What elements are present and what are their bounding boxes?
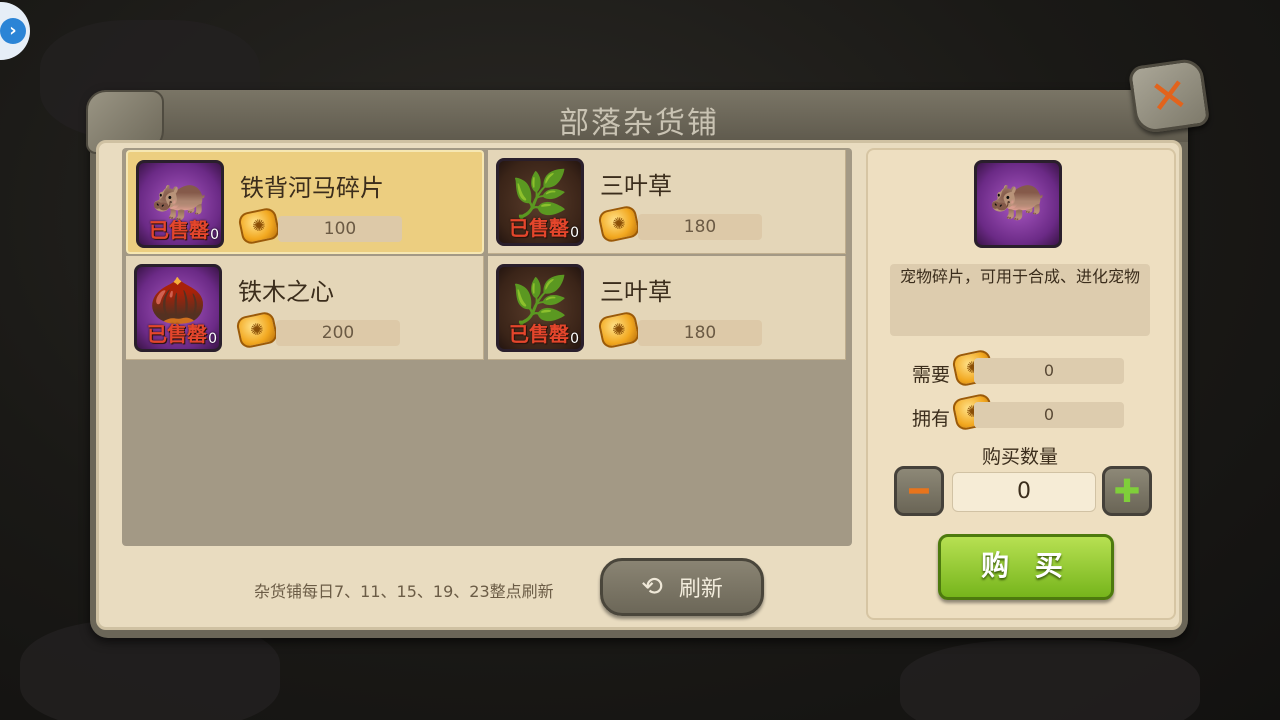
shop-item[interactable]: 🌿 已售罄 0 三叶草 ✺ 180 <box>488 150 846 254</box>
buy-button[interactable]: 购 买 <box>938 534 1114 600</box>
item-price: 200 <box>276 320 400 346</box>
coin-icon: ✺ <box>597 310 641 350</box>
item-name: 铁木之心 <box>238 278 334 306</box>
need-label: 需要 <box>912 364 951 386</box>
item-name: 三叶草 <box>600 172 672 200</box>
sold-out-badge: 已售罄 <box>147 322 207 346</box>
item-list: 🦛 已售罄 0 铁背河马碎片 ✺ 100 🌿 已售罄 0 三叶草 ✺ 180 🌰… <box>122 148 852 546</box>
item-description: 宠物碎片，可用于合成、进化宠物 <box>890 264 1150 336</box>
quantity-input[interactable]: 0 <box>952 472 1096 512</box>
item-price: 100 <box>278 216 402 242</box>
plus-icon: ✚ <box>1113 472 1141 510</box>
sold-out-badge: 已售罄 <box>149 218 209 242</box>
refresh-icon: ⟲ <box>641 572 663 602</box>
item-count: 0 <box>570 331 579 347</box>
shop-item[interactable]: 🌿 已售罄 0 三叶草 ✺ 180 <box>488 256 846 360</box>
item-count: 0 <box>570 225 579 241</box>
background-rock <box>900 640 1200 720</box>
refresh-label: 刷新 <box>678 577 723 602</box>
item-price: 180 <box>638 320 762 346</box>
need-value: 0 <box>974 358 1124 384</box>
sold-out-badge: 已售罄 <box>509 216 569 240</box>
coin-icon: ✺ <box>597 204 641 244</box>
item-count: 0 <box>210 227 219 243</box>
page-title: 部落杂货铺 <box>559 106 719 141</box>
own-label: 拥有 <box>912 408 951 430</box>
item-name: 铁背河马碎片 <box>240 174 384 202</box>
close-icon: ✕ <box>1146 66 1192 126</box>
hippo-fragment-icon: 🦛 <box>974 160 1062 248</box>
clover-icon: 🌿 已售罄 0 <box>496 158 584 246</box>
minus-icon: ━ <box>909 472 929 510</box>
refresh-button[interactable]: ⟲ 刷新 <box>600 558 764 616</box>
coin-icon: ✺ <box>235 310 279 350</box>
hippo-fragment-icon: 🦛 已售罄 0 <box>136 160 224 248</box>
own-value: 0 <box>974 402 1124 428</box>
panel-header: 部落杂货铺 <box>90 90 1188 142</box>
ironwood-heart-icon: 🌰 已售罄 0 <box>134 264 222 352</box>
clover-icon: 🌿 已售罄 0 <box>496 264 584 352</box>
item-name: 三叶草 <box>600 278 672 306</box>
sold-out-badge: 已售罄 <box>509 322 569 346</box>
quantity-title: 购买数量 <box>982 446 1059 468</box>
chevron-right-icon: › <box>0 18 26 44</box>
decrease-button[interactable]: ━ <box>894 466 944 516</box>
side-menu-toggle[interactable]: › <box>0 2 30 60</box>
increase-button[interactable]: ✚ <box>1102 466 1152 516</box>
item-count: 0 <box>208 331 217 347</box>
item-price: 180 <box>638 214 762 240</box>
refresh-note: 杂货铺每日7、11、15、19、23整点刷新 <box>254 582 554 601</box>
close-button[interactable]: ✕ <box>1127 57 1211 135</box>
shop-item[interactable]: 🦛 已售罄 0 铁背河马碎片 ✺ 100 <box>126 150 484 254</box>
coin-icon: ✺ <box>237 206 281 246</box>
shop-item[interactable]: 🌰 已售罄 0 铁木之心 ✺ 200 <box>126 256 484 360</box>
